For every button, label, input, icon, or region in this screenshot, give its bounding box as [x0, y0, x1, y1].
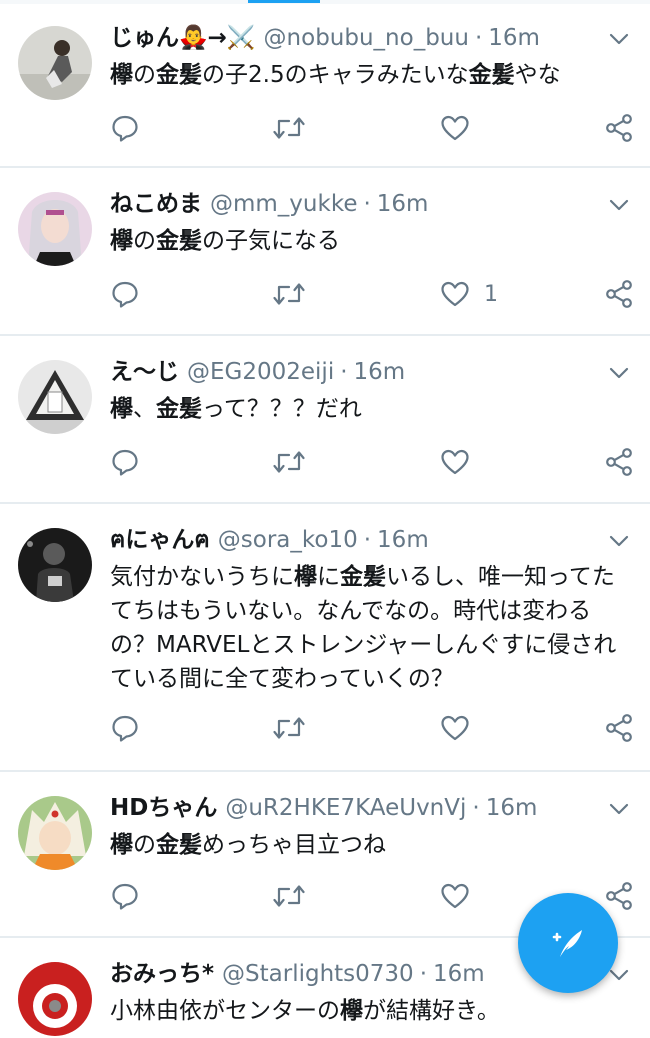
chevron-down-icon[interactable] [608, 362, 630, 384]
share-button[interactable] [604, 442, 634, 482]
avatar[interactable] [18, 26, 92, 100]
separator-dot: · [363, 527, 372, 553]
retweet-icon [273, 117, 305, 139]
tweet-text: 小林由依がセンターの欅が結構好き。 [110, 998, 500, 1024]
tweet-header: ฅにゃんฅ @sora_ko10 · 16m [110, 522, 630, 558]
like-button[interactable] [440, 108, 484, 148]
retweet-button[interactable] [272, 442, 306, 482]
share-button[interactable] [604, 108, 634, 148]
reply-button[interactable] [110, 274, 140, 314]
share-icon [606, 714, 632, 742]
like-count: 1 [484, 281, 498, 307]
like-icon [441, 281, 469, 307]
tweet-text: 欅の金髪の子2.5のキャラみたいな金髪やな [110, 62, 561, 88]
compose-icon [552, 930, 582, 957]
handle[interactable]: @EG2002eiji [187, 359, 334, 385]
display-name[interactable]: おみっち* [110, 961, 214, 987]
compose-tweet-button[interactable] [518, 893, 618, 993]
tweet-actions [110, 108, 632, 148]
share-button[interactable] [604, 876, 634, 916]
share-icon [606, 114, 632, 142]
avatar[interactable] [18, 528, 92, 602]
avatar[interactable] [18, 360, 92, 434]
reply-icon [112, 883, 138, 910]
tweet-actions: 1 [110, 274, 632, 314]
separator-dot: · [340, 359, 348, 385]
tweet-text: 気付かないうちに欅に金髪いるし、唯一知ってたてちはもういない。なんでなの。時代は… [110, 564, 617, 692]
reply-icon [112, 115, 138, 142]
timestamp[interactable]: 16m [486, 795, 538, 821]
timestamp[interactable]: 16m [433, 961, 485, 987]
handle[interactable]: @uR2HKE7KAeUvnVj [225, 795, 466, 821]
retweet-icon [273, 717, 305, 739]
display-name[interactable]: ねこめま [110, 191, 202, 217]
timestamp[interactable]: 16m [488, 25, 540, 51]
reply-icon [112, 449, 138, 476]
tweet-header: え〜じ @EG2002eiji · 16m [110, 354, 630, 390]
handle[interactable]: @sora_ko10 [218, 527, 358, 553]
retweet-icon [273, 885, 305, 907]
tweet-header: HDちゃん @uR2HKE7KAeUvnVj · 16m [110, 790, 630, 826]
chevron-down-icon[interactable] [608, 530, 630, 552]
retweet-button[interactable] [272, 708, 306, 748]
display-name[interactable]: じゅん🧛‍♂️→⚔️ [110, 25, 256, 51]
retweet-button[interactable] [272, 108, 306, 148]
separator-dot: · [472, 795, 480, 821]
tweet-header: じゅん🧛‍♂️→⚔️ @nobubu_no_buu · 16m [110, 20, 630, 56]
tweet-text: 欅の金髪の子気になる [110, 228, 340, 254]
tweet-text: 欅、金髪って？？？だれ [110, 396, 362, 422]
like-button[interactable] [440, 442, 484, 482]
display-name[interactable]: え〜じ [110, 359, 179, 385]
retweet-icon [273, 283, 305, 305]
separator-dot: · [363, 191, 371, 217]
timeline[interactable]: じゅん🧛‍♂️→⚔️ @nobubu_no_buu · 16m 欅の金髪の子2.5のキ… [0, 4, 650, 1038]
share-button[interactable] [604, 274, 634, 314]
like-icon [441, 715, 469, 741]
tweet-header: ねこめま @mm_yukke · 16m [110, 186, 630, 222]
avatar[interactable] [18, 796, 92, 870]
timestamp[interactable]: 16m [354, 359, 406, 385]
handle[interactable]: @nobubu_no_buu [264, 25, 469, 51]
separator-dot: · [419, 961, 428, 987]
like-button[interactable] [440, 708, 484, 748]
like-button[interactable] [440, 876, 484, 916]
like-icon [441, 883, 469, 909]
like-button[interactable]: 1 [440, 274, 498, 314]
separator-dot: · [474, 25, 483, 51]
tweet[interactable]: ฅにゃんฅ @sora_ko10 · 16m 気付かないうちに欅に金髪いるし、唯一知っ… [0, 504, 650, 772]
retweet-button[interactable] [272, 876, 306, 916]
active-tab-indicator [248, 0, 320, 3]
tweet-text: 欅の金髪めっちゃ目立つね [110, 832, 386, 858]
reply-button[interactable] [110, 876, 140, 916]
tweet[interactable]: じゅん🧛‍♂️→⚔️ @nobubu_no_buu · 16m 欅の金髪の子2.5のキ… [0, 4, 650, 168]
reply-button[interactable] [110, 708, 140, 748]
reply-button[interactable] [110, 442, 140, 482]
like-icon [441, 449, 469, 475]
reply-icon [112, 281, 138, 308]
share-button[interactable] [604, 708, 634, 748]
handle[interactable]: @Starlights0730 [222, 961, 414, 987]
avatar[interactable] [18, 192, 92, 266]
timestamp[interactable]: 16m [377, 191, 429, 217]
tweet-actions [110, 442, 632, 482]
share-icon [606, 882, 632, 910]
tweet[interactable]: ねこめま @mm_yukke · 16m 欅の金髪の子気になる 1 [0, 168, 650, 336]
display-name[interactable]: ฅにゃんฅ [110, 527, 210, 553]
timestamp[interactable]: 16m [377, 527, 429, 553]
tweet[interactable]: え〜じ @EG2002eiji · 16m 欅、金髪って？？？だれ [0, 336, 650, 504]
reply-icon [112, 715, 138, 742]
tweet-actions [110, 708, 632, 748]
retweet-button[interactable] [272, 274, 306, 314]
reply-button[interactable] [110, 108, 140, 148]
display-name[interactable]: HDちゃん [110, 795, 217, 821]
chevron-down-icon[interactable] [608, 194, 630, 216]
like-icon [441, 115, 469, 141]
retweet-icon [273, 451, 305, 473]
share-icon [606, 280, 632, 308]
handle[interactable]: @mm_yukke [210, 191, 357, 217]
share-icon [606, 448, 632, 476]
avatar[interactable] [18, 962, 92, 1036]
chevron-down-icon[interactable] [608, 798, 630, 820]
chevron-down-icon[interactable] [608, 28, 630, 50]
